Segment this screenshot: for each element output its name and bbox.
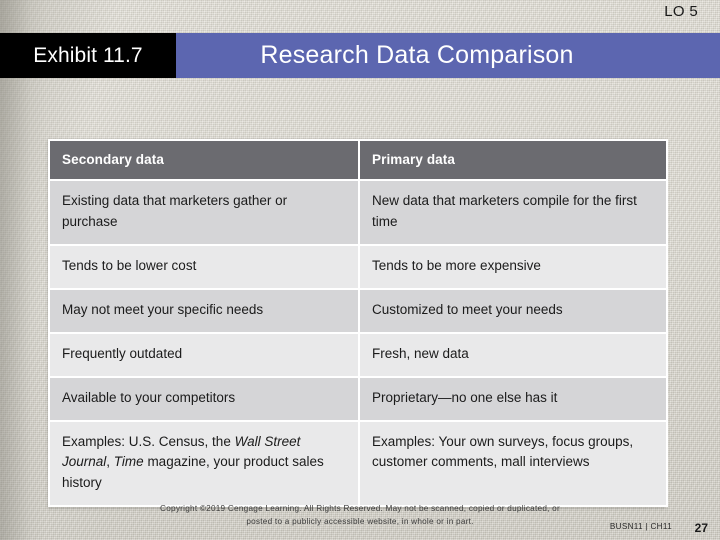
- cell-secondary-data: Frequently outdated: [48, 331, 360, 378]
- learning-objective-tag: LO 5: [664, 3, 698, 20]
- cell-primary-data: Proprietary—no one else has it: [358, 375, 668, 422]
- table-row: Tends to be lower cost Tends to be more e…: [48, 243, 668, 290]
- cell-secondary-data: Tends to be lower cost: [48, 243, 360, 290]
- copyright-line-1: Copyright ©2019 Cengage Learning. All Ri…: [160, 504, 560, 514]
- cell-secondary-data: Examples: U.S. Census, the Wall Street J…: [48, 419, 360, 508]
- table-body: Existing data that marketers gather or p…: [48, 179, 668, 508]
- cell-primary-data: Examples: Your own surveys, focus groups…: [358, 419, 668, 508]
- page-number: 27: [694, 521, 708, 535]
- table-row: Existing data that marketers gather or p…: [48, 179, 668, 246]
- table-row: May not meet your specific needs Customiz…: [48, 287, 668, 334]
- slide-title: Research Data Comparison: [260, 41, 574, 69]
- column-header-primary-data: Primary data: [358, 139, 668, 181]
- table-head: Secondary data Primary data: [48, 139, 668, 181]
- table-row: Examples: U.S. Census, the Wall Street J…: [48, 419, 668, 508]
- cell-primary-data: Fresh, new data: [358, 331, 668, 378]
- table-row: Available to your competitors Proprietary…: [48, 375, 668, 422]
- table-header-row: Secondary data Primary data: [48, 139, 668, 181]
- cell-secondary-data: May not meet your specific needs: [48, 287, 360, 334]
- book-chapter-tag: BUSN11 | CH11: [609, 522, 672, 531]
- comparison-table: Secondary data Primary data Existing dat…: [48, 139, 668, 508]
- cell-primary-data: Customized to meet your needs: [358, 287, 668, 334]
- cell-secondary-data: Available to your competitors: [48, 375, 360, 422]
- table-row: Frequently outdated Fresh, new data: [48, 331, 668, 378]
- cell-secondary-data: Existing data that marketers gather or p…: [48, 179, 360, 246]
- exhibit-number-label: Exhibit 11.7: [33, 43, 143, 67]
- title-band: Exhibit 11.7 Research Data Comparison: [0, 33, 720, 78]
- slide-canvas: LO 5 Exhibit 11.7 Research Data Comparis…: [0, 0, 720, 540]
- exhibit-number-box: Exhibit 11.7: [0, 33, 176, 78]
- cell-primary-data: New data that marketers compile for the …: [358, 179, 668, 246]
- comparison-table-container: Secondary data Primary data Existing dat…: [48, 139, 668, 508]
- cell-primary-data: Tends to be more expensive: [358, 243, 668, 290]
- column-header-secondary-data: Secondary data: [48, 139, 360, 181]
